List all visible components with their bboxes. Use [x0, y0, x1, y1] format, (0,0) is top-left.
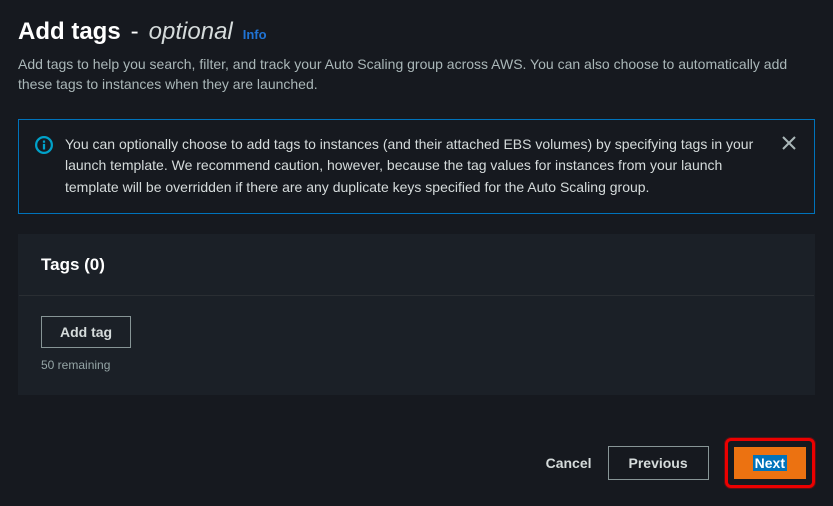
tags-heading: Tags (0): [19, 235, 814, 296]
page-title: Add tags: [18, 18, 121, 46]
info-alert: You can optionally choose to add tags to…: [18, 119, 815, 214]
page-header: Add tags - optional Info: [18, 18, 815, 46]
next-highlight-box: Next: [725, 438, 815, 488]
page-description: Add tags to help you search, filter, and…: [18, 54, 815, 95]
tags-body: Add tag 50 remaining: [19, 296, 814, 394]
title-separator: -: [131, 18, 139, 46]
cancel-button[interactable]: Cancel: [546, 455, 592, 471]
remaining-label: 50 remaining: [41, 358, 792, 372]
next-button-label: Next: [753, 455, 787, 471]
tags-panel: Tags (0) Add tag 50 remaining: [18, 234, 815, 395]
previous-button[interactable]: Previous: [608, 446, 709, 480]
close-icon[interactable]: [780, 134, 798, 152]
title-optional: optional: [149, 18, 233, 46]
info-icon: [35, 134, 53, 154]
alert-text: You can optionally choose to add tags to…: [65, 134, 768, 199]
add-tag-button[interactable]: Add tag: [41, 316, 131, 348]
wizard-footer: Cancel Previous Next: [546, 438, 815, 488]
next-button[interactable]: Next: [734, 447, 806, 479]
info-link[interactable]: Info: [243, 27, 267, 42]
